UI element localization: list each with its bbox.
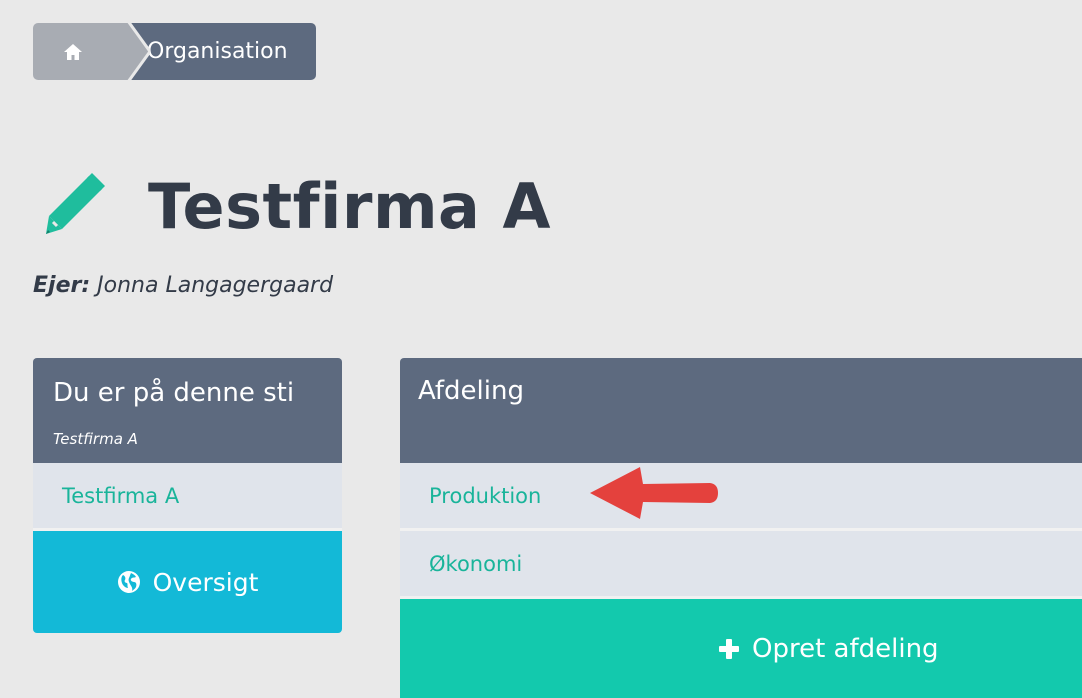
path-panel-title: Du er på denne sti [53,378,295,408]
owner-line: Ejer: Jonna Langagergaard [33,273,333,298]
path-item-testfirma-a[interactable]: Testfirma A [33,463,342,531]
pencil-icon [46,172,105,234]
create-department-button-label: Opret afdeling [752,634,939,664]
path-panel-header: Du er på denne sti Testfirma A [33,358,342,463]
home-icon [64,43,82,60]
path-panel-subtitle: Testfirma A [53,430,138,448]
department-row-okonomi[interactable]: Økonomi [400,531,1082,599]
owner-name: Jonna Langagergaard [97,273,334,298]
plus-icon [719,639,739,659]
create-department-button[interactable]: Opret afdeling [400,599,1082,698]
department-panel-title: Afdeling [400,358,1082,463]
department-row-produktion[interactable]: Produktion [400,463,1082,531]
overview-button[interactable]: Oversigt [33,531,342,633]
owner-label: Ejer: [33,273,91,298]
breadcrumb-home[interactable] [33,23,129,80]
department-panel: Afdeling Produktion Økonomi Opret afdeli… [400,358,1082,698]
page: Organisation Testfirma A Ejer: Jonna Lan… [0,0,1082,698]
breadcrumb-current: Organisation [129,23,316,80]
breadcrumb: Organisation [33,23,316,80]
annotation-arrow [590,467,718,519]
globe-icon [117,571,140,593]
overview-button-label: Oversigt [152,567,259,597]
title-row: Testfirma A [44,170,551,243]
page-title: Testfirma A [148,170,551,243]
path-panel: Du er på denne sti Testfirma A Testfirma… [33,358,342,633]
